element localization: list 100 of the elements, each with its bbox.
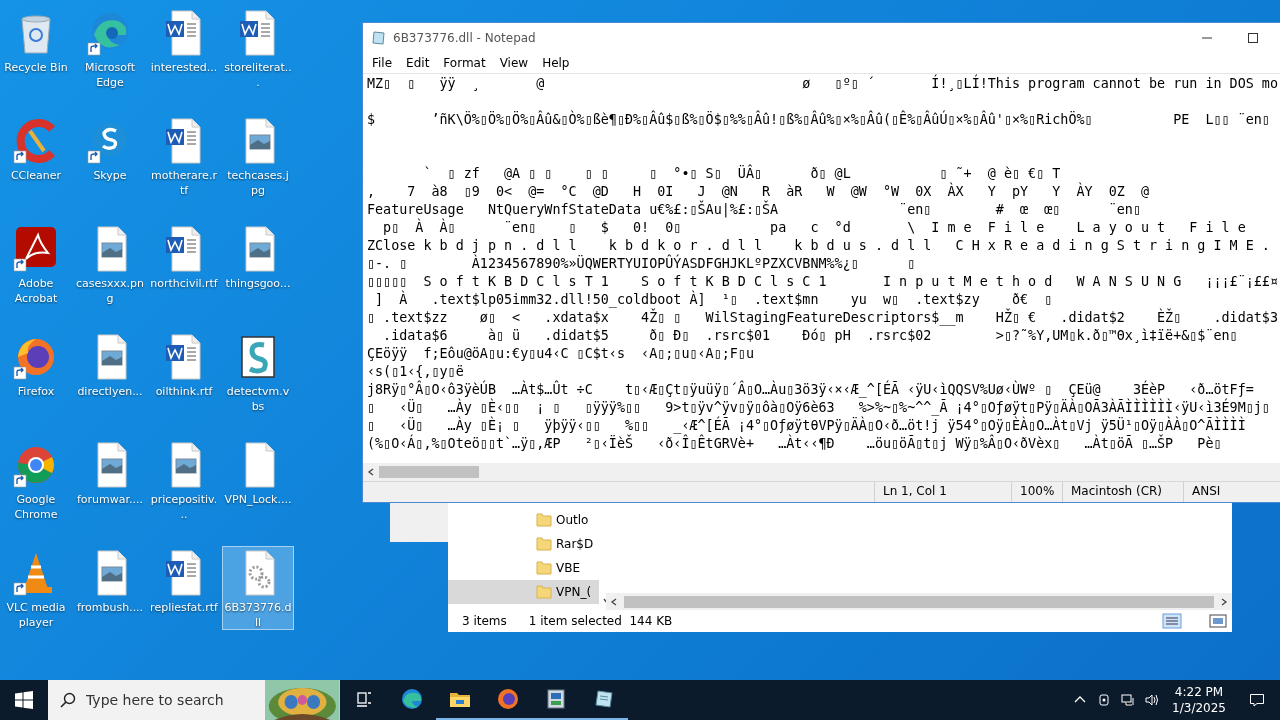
- text-line: ▯ ‹Ü▯ …Ày ▯È‹▯▯ ¡ ▯ ▯ÿÿÿ%▯▯ 9>t▯ÿv^ÿv▯ÿ▯ôà▯Oÿ6è63 %>%~▯%~^^_Ã ¡4°▯Oƒøÿt▯Pÿ▯ÄÀ▯OÃ3ÀÃÌÌÌÌÌÌ‹ÿU‹ì3É9M▯j▯: [367, 399, 1271, 417]
- desktop-icon[interactable]: directlyen...: [74, 330, 146, 414]
- text-line: FeatureUsage NtQueryWnfStateData u€%£:▯ŠAu|%£:▯ŠA ¨en▯ # œ œ▯ ¨en▯: [367, 201, 1142, 218]
- desktop-icon[interactable]: VPN_Lock....: [222, 438, 294, 522]
- tree-item[interactable]: Outlo: [448, 508, 600, 532]
- desktop-icon[interactable]: interested...: [148, 6, 220, 90]
- tree-item[interactable]: Rar$D: [448, 532, 600, 556]
- search-icon: [60, 692, 76, 708]
- notepad-icon: [371, 30, 387, 46]
- desktop-icon[interactable]: Google Chrome: [0, 438, 72, 522]
- horizontal-scrollbar[interactable]: [363, 463, 1280, 481]
- horizontal-scrollbar[interactable]: [606, 593, 1232, 610]
- text-line: ▯▯▯▯▯ S o f t K B D C l s T 1 S o f t K B D C l s C 1 I n p u t M e t h o d W A N S U N G ¡¡¡£¨¡££¤: [367, 273, 1279, 290]
- text-line: $ ’ñK\Ö%▯Ö%▯Ö%▯Âû&▯Ò%▯ßè¶▯Ð%▯Âû$▯ß%▯Ö$▯%%▯Âû!▯ß%▯Âû%▯×%▯Âû(▯Ê%▯ÂûÚ▯×%▯Âû'▯×%▯RichÖ%▯ PE L▯▯ ¨en▯: [367, 111, 1271, 129]
- folder-icon: [536, 561, 552, 575]
- menu-item[interactable]: Edit: [399, 53, 437, 73]
- text-line: ] À .text$lp05imm32.dll!50_coldboot À] ¹▯ .text$mn yu w▯ .text$zy ð€ ▯: [374, 291, 1054, 309]
- text-line: MZ▯ ▯ ÿÿ ¸ @ ø ▯º▯ ´ Í!¸▯LÍ!This program cannot be run in DOS mo: [367, 75, 1279, 93]
- cursor-position: Ln 1, Col 1: [874, 482, 1011, 502]
- zoom-level: 100%: [1011, 482, 1062, 502]
- icon-label: Google Chrome: [13, 492, 59, 522]
- icon-label: VLC media player: [5, 600, 67, 630]
- network-icon: [1120, 692, 1137, 708]
- notifications-icon: [1249, 692, 1265, 708]
- desktop-icon[interactable]: VLC media player: [0, 546, 72, 630]
- text-line: p▯ À À▯ ¨en▯ ▯ $ 0! 0▯ pa c °d \ I m e F i l e L a y o u t F i l e: [382, 219, 1247, 237]
- item-count: 3 items: [462, 614, 507, 628]
- tree-item[interactable]: VPN_(: [448, 580, 600, 604]
- folder-icon: [536, 537, 552, 551]
- installer-icon: [544, 687, 568, 711]
- menu-item[interactable]: File: [365, 53, 400, 73]
- details-view-icon[interactable]: [1162, 613, 1182, 629]
- text-line: ‹s(▯1‹{,▯y▯ë: [367, 363, 465, 380]
- desktop-icon[interactable]: Adobe Acrobat: [0, 222, 72, 306]
- desktop-icon[interactable]: northcivil.rtf: [148, 222, 220, 306]
- desktop-icon[interactable]: storeliterat...: [222, 6, 294, 90]
- desktop-icon[interactable]: techcases.jpg: [222, 114, 294, 198]
- desktop-icon[interactable]: Recycle Bin: [0, 6, 72, 90]
- clock[interactable]: 4:22 PM 1/3/2025: [1164, 684, 1234, 716]
- icon-label: CCleaner: [10, 168, 62, 183]
- desktop-icon[interactable]: pricepositiv...: [148, 438, 220, 522]
- menu-item[interactable]: View: [492, 53, 536, 73]
- desktop-icon[interactable]: oilthink.rtf: [148, 330, 220, 414]
- icon-label: Skype: [93, 168, 127, 183]
- icon-label: interested...: [150, 60, 218, 75]
- encoding: ANSI: [1183, 482, 1280, 502]
- desktop-icon[interactable]: Firefox: [0, 330, 72, 414]
- desktop-icon[interactable]: 6B373776.dll: [222, 546, 294, 630]
- text-line: , 7 à8 ▯9 0< @= °C @D H 0I J @N R àR W @W °W 0X ÀX Y pY Y ÀY 0Z @: [367, 183, 1150, 200]
- desktop-icon[interactable]: thingsgoo...: [222, 222, 294, 306]
- search-field[interactable]: Type here to search: [84, 691, 266, 709]
- icon-label: Firefox: [17, 384, 55, 399]
- scroll-right-icon[interactable]: [1220, 597, 1228, 606]
- desktop-icon[interactable]: forumwar....: [74, 438, 146, 522]
- windows-icon: [15, 691, 33, 709]
- desktop-icon[interactable]: CCleaner: [0, 114, 72, 198]
- desktop-icon[interactable]: motherare.rtf: [148, 114, 220, 198]
- text-line: j8Rÿ▯°Â▯O‹ô3ÿèÚB …Àt$…Ût ÷C t▯‹Æ▯Çt▯ÿuüÿ▯´Â▯O…Àu▯3ö3ÿ‹×‹Æ_^[ÉÃ ‹ÿU‹ìQQSV%Uø‹ÙWº ▯ ÇEü@ 3ÉèP ‹ð…ötFƒ=: [367, 381, 1255, 398]
- text-line: ▯-. ▯ À1234567890%»ÜQWERTYUIOPÛÝASDFGHJKLºPZXCVBNM%%¿▯ ▯: [367, 255, 917, 273]
- folder-icon: [536, 585, 552, 599]
- selection-info: 1 item selected 144 KB: [528, 614, 673, 628]
- icon-label: thingsgoo...: [225, 276, 291, 291]
- icon-label: Microsoft Edge: [83, 60, 137, 90]
- desktop-icon[interactable]: detectvm.vbs: [222, 330, 294, 414]
- icon-label: detectvm.vbs: [225, 384, 291, 414]
- text-line: ZClose k b d j p n . d l l k b d k o r . d l l k b d u s . d l l C H x R e a d i n g S t r i n g I M E .: [367, 237, 1271, 254]
- desktop-icon[interactable]: frombush....: [74, 546, 146, 630]
- scroll-left-icon[interactable]: [367, 468, 375, 476]
- icon-label: northcivil.rtf: [150, 276, 218, 291]
- icon-label: casesxxx.png: [76, 276, 144, 306]
- icon-label: 6B373776.dll: [224, 600, 292, 630]
- text-line: .idata$6 à▯ ü .didat$5 ð▯ Ð▯ .rsrc$01 Ðó▯ pH .rsrc$02 >▯?˜%Y,UM▯k.ð▯™Θx¸ì‡ïë+&▯$¨en▯: [382, 327, 1239, 345]
- tree-item[interactable]: VBE: [448, 556, 600, 580]
- maximize-icon: [1247, 32, 1259, 44]
- desktop-icon[interactable]: Microsoft Edge: [74, 6, 146, 90]
- icon-label: techcases.jpg: [226, 168, 290, 198]
- icon-label: pricepositiv...: [150, 492, 218, 522]
- thumbnails-view-icon[interactable]: [1208, 613, 1228, 629]
- text-line: ▯ .text$zz ø▯ < .xdata$x 4Ž▯ ▯ WilStagingFeatureDescriptors$__m HŽ▯ € .didat$2 ÈŽ▯ .didat$3: [367, 309, 1279, 327]
- icon-label: VPN_Lock....: [224, 492, 292, 507]
- icon-label: Recycle Bin: [4, 60, 68, 75]
- window-title: 6B373776.dll - Notepad: [393, 31, 537, 45]
- icon-label: oilthink.rtf: [155, 384, 213, 399]
- search-box[interactable]: Type here to search: [48, 680, 340, 720]
- volume-icon: [1144, 692, 1161, 708]
- icon-label: forumwar....: [76, 492, 144, 507]
- desktop-icon[interactable]: casesxxx.png: [74, 222, 146, 306]
- icon-label: motherare.rtf: [150, 168, 218, 198]
- text-line: ▯ ‹Ü▯ …Ày ▯È¡ ▯ ÿþÿÿ‹▯▯ %▯▯ _‹Æ^[ÉÃ ¡4°▯OƒøÿtθVPÿ▯ÄÀ▯O‹ð…öt!j ÿ54°▯Oÿ▯ÈÀ▯O…Àt▯Vj ÿ5Ü¹▯Oÿ▯ÀÀ▯O^ÃÌÌÌÌ: [367, 417, 1247, 435]
- desktop-icon[interactable]: Skype: [74, 114, 146, 198]
- text-line: ` ▯ zf @A ▯ ▯ ▯ ▯ ▯ °•▯ S▯ ÜÂ▯ ð▯ @L ▯ ˜+ @ è▯ €▯ T: [422, 165, 1062, 182]
- desktop-icon[interactable]: repliesfat.rtf: [148, 546, 220, 630]
- scroll-left-icon[interactable]: [610, 597, 618, 606]
- folder-icon: [536, 513, 552, 527]
- icon-label: frombush....: [76, 600, 144, 615]
- globe-icon: [496, 687, 520, 711]
- text-line: ÇEöÿÿ f;Eôu@öA▯u:€y▯u4‹C ▯C$t‹s ‹A▯;▯u▯‹A▯;F▯u: [367, 345, 755, 363]
- icon-label: directlyen...: [77, 384, 143, 399]
- menu-item[interactable]: Format: [436, 53, 493, 73]
- menu-item[interactable]: Help: [535, 53, 577, 73]
